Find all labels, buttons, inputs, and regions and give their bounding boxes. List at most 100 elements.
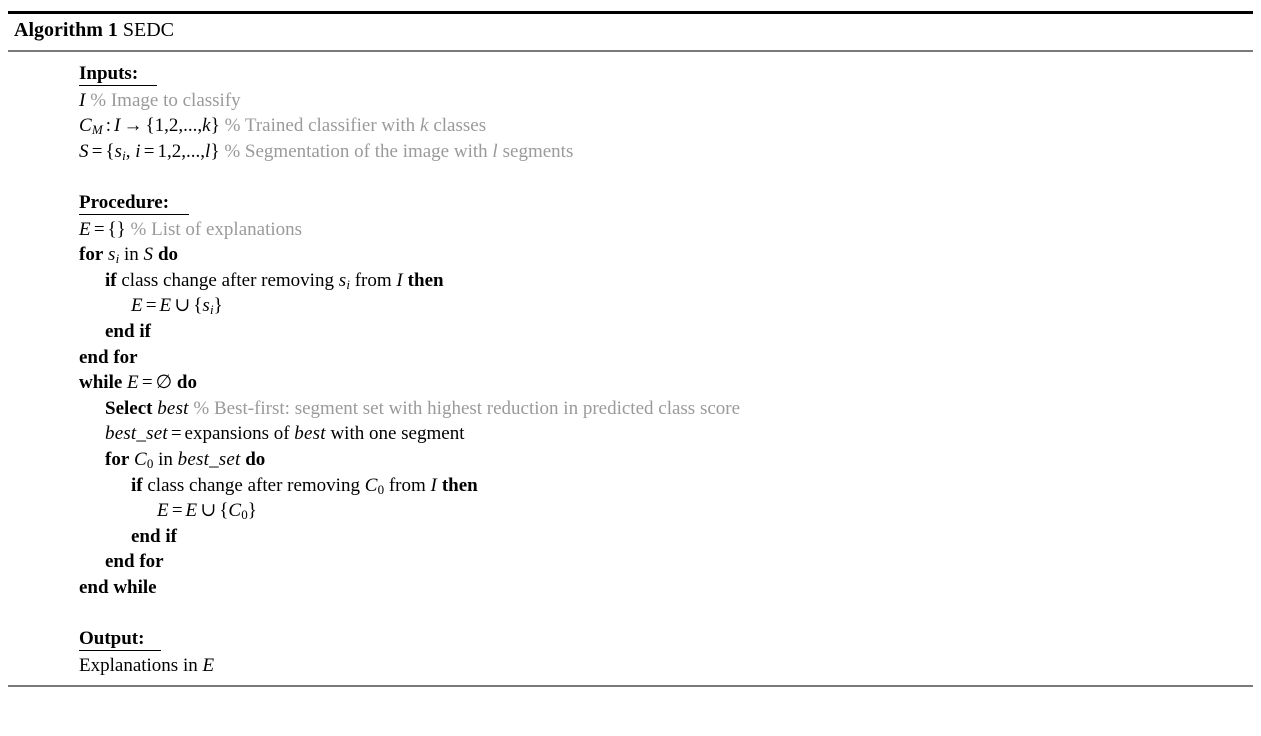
proc-if-c0-text-1: class change after removing: [147, 474, 360, 496]
input-comment-seg-post: segments: [497, 140, 574, 162]
proc-assign-c0-close-brace: }: [247, 500, 257, 522]
proc-while-var-E: E: [127, 372, 139, 394]
proc-assign-lhs-E: E: [131, 295, 143, 317]
proc-line-while: while E = ∅ do: [8, 370, 1253, 396]
proc-line-end-for-2: end for: [8, 549, 1253, 575]
proc-eq-E: =: [93, 218, 105, 240]
input-line-image: I % Image to classify: [8, 88, 1253, 114]
input-seg-comma: ,: [125, 140, 136, 162]
proc-line-end-if-1: end if: [8, 319, 1253, 345]
algorithm-label: Algorithm 1: [14, 19, 118, 41]
proc-assign-eq: =: [145, 295, 157, 317]
output-heading: Output:: [8, 626, 1253, 652]
input-comment-classifier-pre: % Trained classifier with: [224, 115, 420, 137]
proc-line-for-c0: for C0 in best_set do: [8, 447, 1253, 473]
inputs-heading: Inputs:: [8, 61, 1253, 87]
proc-var-E: E: [79, 218, 91, 240]
inputs-heading-text: Inputs:: [79, 63, 139, 84]
input-seg-close: }: [210, 140, 220, 162]
algorithm-name: SEDC: [122, 19, 175, 41]
input-comment-classifier-post: classes: [428, 115, 487, 137]
output-line: Explanations in E: [8, 653, 1253, 679]
proc-while-eq: =: [141, 372, 153, 394]
input-seg-s: s: [114, 140, 123, 162]
proc-line-end-if-2: end if: [8, 524, 1253, 550]
proc-if-text-1: class change after removing: [121, 269, 334, 291]
proc-if-c0-text-2: from: [388, 474, 426, 496]
proc-empty-set: {}: [107, 218, 126, 240]
emptyset-icon: ∅: [155, 372, 173, 394]
union-icon: ∪: [174, 295, 191, 317]
arrow-icon: →: [123, 115, 143, 137]
proc-line-if-si: if class change after removing si from I…: [8, 268, 1253, 294]
proc-loop-set-best-set: best_set: [177, 448, 241, 470]
proc-if-image-I: I: [396, 269, 403, 291]
output-heading-underline: [79, 649, 161, 651]
proc-if-c0-var-C-subscript: 0: [377, 481, 385, 497]
keyword-end-while: end while: [79, 576, 157, 598]
proc-if-c0-var-C: C: [364, 474, 378, 496]
keyword-do: do: [157, 244, 179, 266]
keyword-end-if-2: end if: [131, 525, 177, 547]
proc-line-assign-si: E = E ∪ {si}: [8, 293, 1253, 319]
input-set-open: {1,2,...,: [145, 115, 203, 137]
proc-loop-var-C: C: [134, 448, 147, 470]
keyword-then: then: [407, 269, 444, 291]
keyword-for: for: [79, 244, 104, 266]
output-heading-text: Output:: [79, 628, 145, 650]
input-seg-open: {: [105, 140, 115, 162]
proc-comment-init: % List of explanations: [130, 218, 303, 240]
spacer-after-procedure: [8, 600, 1253, 626]
output-var-E: E: [202, 654, 215, 676]
union-icon-c0: ∪: [200, 500, 217, 522]
proc-if-var-s-subscript: i: [346, 276, 350, 292]
proc-assign-close-brace: }: [213, 295, 223, 317]
input-comment-seg-pre: % Segmentation of the image with: [224, 140, 493, 162]
input-var-S: S: [79, 140, 89, 162]
proc-if-text-2: from: [354, 269, 392, 291]
keyword-if-c0: if: [131, 474, 143, 496]
proc-line-select-best: Select best % Best-first: segment set wi…: [8, 396, 1253, 422]
proc-best-set-text-1: expansions of: [184, 423, 290, 445]
inputs-heading-underline: [79, 84, 157, 86]
input-colon: :: [105, 115, 111, 137]
input-seg-range: 1,2,...,: [157, 140, 205, 162]
algorithm-block: Algorithm 1 SEDC Inputs: I % Image to cl…: [0, 11, 1261, 736]
input-comment-image: % Image to classify: [90, 89, 241, 111]
proc-comment-best-first: % Best-first: segment set with highest r…: [193, 397, 741, 419]
input-set-k: k: [202, 115, 211, 137]
proc-assign-elem-s: s: [202, 295, 210, 317]
input-arg-I: I: [114, 115, 121, 137]
proc-select-var-best: best: [157, 397, 189, 419]
proc-line-end-while: end while: [8, 575, 1253, 601]
keyword-for-c0: for: [105, 448, 130, 470]
proc-line-best-set: best_set = expansions of best with one seg…: [8, 421, 1253, 447]
keyword-then-c0: then: [441, 474, 478, 496]
keyword-end-for-2: end for: [105, 551, 164, 573]
keyword-select: Select: [105, 397, 153, 419]
keyword-end-for: end for: [79, 346, 138, 368]
proc-loop-var-s-subscript: i: [115, 251, 120, 267]
proc-best-set-eq: =: [170, 423, 182, 445]
proc-assign-c0-lhs-E: E: [157, 500, 169, 522]
algorithm-body: Inputs: I % Image to classify CM: I → {1,2,…: [8, 52, 1253, 678]
proc-line-init-E: E ={} % List of explanations: [8, 217, 1253, 243]
keyword-while: while: [79, 372, 123, 394]
input-var-I: I: [79, 89, 86, 111]
proc-line-if-c0: if class change after removing C0 from I…: [8, 473, 1253, 499]
input-seg-eq2: =: [143, 140, 155, 162]
bottom-rule: [8, 685, 1253, 688]
proc-line-for-si: for si in S do: [8, 242, 1253, 268]
proc-line-end-for-1: end for: [8, 345, 1253, 371]
output-text: Explanations in: [79, 654, 203, 676]
keyword-end-if: end if: [105, 320, 151, 342]
proc-loop-var-s: s: [108, 244, 116, 266]
keyword-in: in: [124, 244, 139, 266]
input-comment-classifier-var: k: [419, 115, 429, 137]
procedure-heading: Procedure:: [8, 190, 1253, 216]
proc-if-c0-image-I: I: [430, 474, 438, 496]
keyword-do-c0: do: [245, 448, 266, 470]
spacer-after-inputs: [8, 164, 1253, 190]
input-seg-i: i: [135, 140, 141, 162]
input-var-C: C: [79, 115, 92, 137]
